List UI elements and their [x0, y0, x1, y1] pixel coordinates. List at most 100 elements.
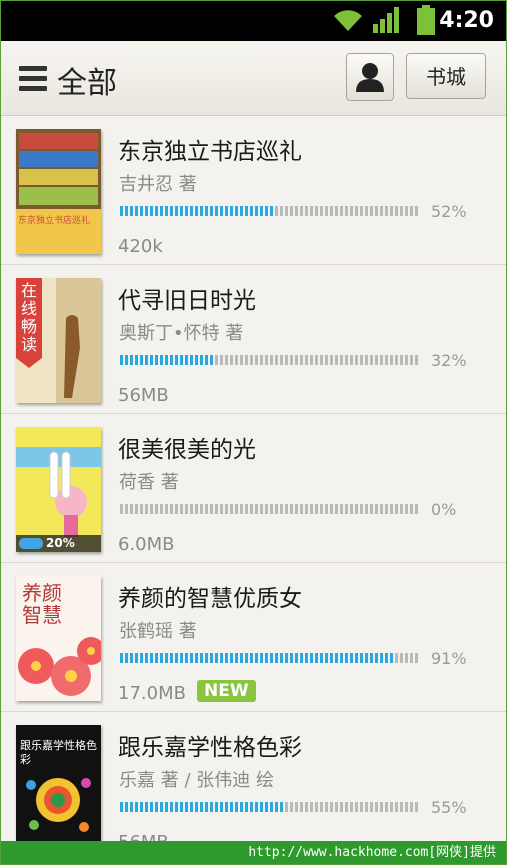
progress-segment [170, 355, 173, 365]
book-row[interactable]: 跟乐嘉学性格色彩 跟乐嘉学性格色彩 乐嘉 著 / 张伟迪 绘 55% 56MB [1, 712, 506, 841]
progress-segment [180, 653, 183, 663]
book-row[interactable]: 20% 很美很美的光 荷香 著 0% 6.0MB [1, 414, 506, 563]
file-size: 420k [118, 236, 163, 257]
progress-segment [215, 206, 218, 216]
status-bar: 4:20 [1, 1, 506, 41]
book-row[interactable]: 养颜智慧 养颜的智慧优质女 张鹤瑶 著 91% 17.0MB NEW [1, 563, 506, 712]
progress-segment [350, 355, 353, 365]
book-cover[interactable]: 东京独立书店巡礼 [16, 129, 101, 254]
progress-segment [295, 504, 298, 514]
progress-segment [265, 206, 268, 216]
progress-segment [310, 355, 313, 365]
progress-segment [130, 802, 133, 812]
book-row[interactable]: 东京独立书店巡礼 东京独立书店巡礼 吉井忍 著 52% 420k [1, 116, 506, 265]
progress-segment [195, 355, 198, 365]
progress-segment [150, 653, 153, 663]
progress-segment [280, 653, 283, 663]
progress-segment [340, 206, 343, 216]
progress-segment [165, 206, 168, 216]
progress-segment [390, 802, 393, 812]
category-title[interactable]: 全部 [57, 58, 117, 102]
progress-segment [355, 802, 358, 812]
profile-button[interactable] [346, 53, 394, 101]
book-author: 奥斯丁•怀特 著 [119, 323, 244, 344]
top-bar: 全部 书城 [1, 41, 506, 116]
progress-segment [210, 802, 213, 812]
progress-segment [250, 206, 253, 216]
progress-segment [330, 206, 333, 216]
progress-segment [200, 504, 203, 514]
progress-segment [175, 504, 178, 514]
progress-segment [300, 504, 303, 514]
progress-segment [385, 206, 388, 216]
progress-segment [210, 504, 213, 514]
progress-segment [175, 802, 178, 812]
clock: 4:20 [439, 8, 494, 33]
progress-segment [375, 504, 378, 514]
progress-segment [295, 802, 298, 812]
progress-segment [360, 653, 363, 663]
progress-segment [375, 355, 378, 365]
progress-segment [185, 355, 188, 365]
progress-segment [255, 653, 258, 663]
progress-segment [190, 206, 193, 216]
menu-icon[interactable] [19, 66, 47, 92]
progress-segment [245, 206, 248, 216]
progress-segment [225, 653, 228, 663]
progress-segment [405, 504, 408, 514]
progress-segment [415, 206, 418, 216]
progress-segment [330, 653, 333, 663]
progress-segment [415, 653, 418, 663]
progress-segment [150, 206, 153, 216]
progress-segment [190, 355, 193, 365]
book-cover[interactable]: 20% [16, 427, 101, 552]
progress-segment [405, 802, 408, 812]
progress-segment [385, 802, 388, 812]
progress-segment [145, 802, 148, 812]
progress-segment [370, 504, 373, 514]
book-row[interactable]: 在线畅读 代寻旧日时光 奥斯丁•怀特 著 32% 56MB [1, 265, 506, 414]
progress-segment [390, 504, 393, 514]
progress-segment [170, 504, 173, 514]
progress-segment [350, 504, 353, 514]
progress-segment [215, 504, 218, 514]
bookstore-button[interactable]: 书城 [406, 53, 486, 99]
progress-segment [375, 802, 378, 812]
progress-segment [295, 355, 298, 365]
progress-segment [335, 504, 338, 514]
progress-segment [135, 355, 138, 365]
progress-segment [160, 355, 163, 365]
book-cover[interactable]: 养颜智慧 [16, 576, 101, 701]
progress-segment [340, 802, 343, 812]
progress-segment [320, 653, 323, 663]
progress-segment [235, 653, 238, 663]
progress-segment [380, 504, 383, 514]
file-size: 56MB [118, 832, 169, 841]
progress-segment [280, 355, 283, 365]
progress-segment [270, 802, 273, 812]
progress-segment [300, 206, 303, 216]
book-cover[interactable]: 跟乐嘉学性格色彩 [16, 725, 101, 841]
progress-segment [225, 355, 228, 365]
book-title: 跟乐嘉学性格色彩 [118, 735, 302, 761]
progress-segment [270, 206, 273, 216]
progress-segment [400, 355, 403, 365]
progress-segment [375, 206, 378, 216]
progress-segment [285, 504, 288, 514]
cover-ribbon-text: 在线畅读 [20, 281, 37, 354]
progress-segment [195, 504, 198, 514]
progress-segment [240, 653, 243, 663]
progress-segment [260, 653, 263, 663]
user-icon [356, 63, 384, 92]
progress-segment [225, 802, 228, 812]
progress-segment [325, 653, 328, 663]
book-cover[interactable]: 在线畅读 [16, 278, 101, 403]
progress-segment [360, 355, 363, 365]
progress-segment [325, 504, 328, 514]
progress-segment [265, 504, 268, 514]
file-size: 56MB [118, 385, 169, 406]
progress-segment [205, 206, 208, 216]
progress-segment [260, 504, 263, 514]
progress-segment [325, 206, 328, 216]
progress-segment [290, 504, 293, 514]
